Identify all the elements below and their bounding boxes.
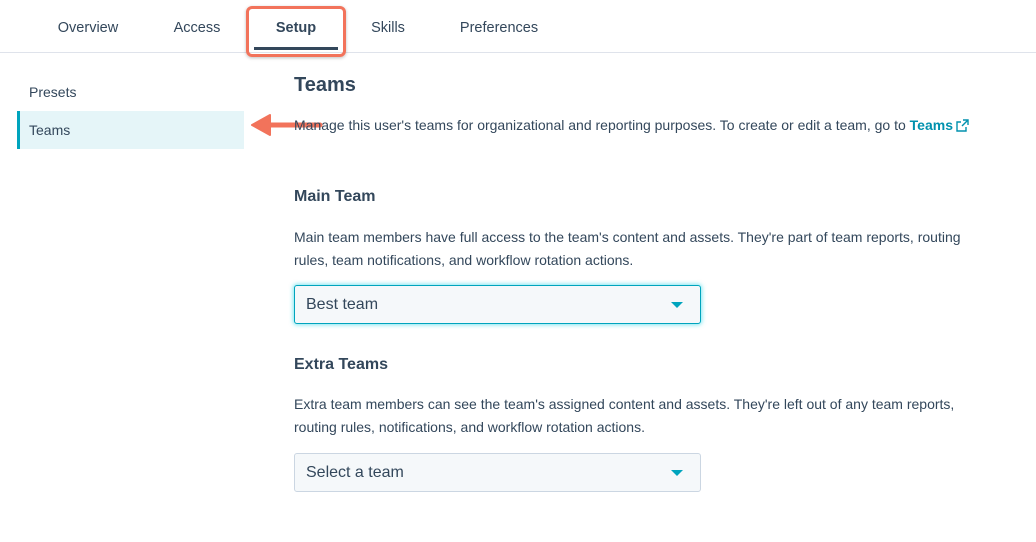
extra-teams-placeholder: Select a team	[306, 464, 404, 481]
extra-teams-heading: Extra Teams	[294, 356, 388, 373]
caret-down-icon	[671, 470, 683, 476]
sidebar-item-presets[interactable]: Presets	[17, 73, 244, 111]
main-team-description: Main team members have full access to th…	[294, 229, 961, 268]
sidebar-item-teams[interactable]: Teams	[17, 111, 244, 149]
tab-skills[interactable]: Skills	[364, 0, 412, 52]
annotation-highlight-box	[246, 6, 346, 57]
teams-link[interactable]: Teams	[910, 117, 953, 133]
tab-bar: Overview Access Setup Skills Preferences	[0, 0, 1036, 53]
main-team-select[interactable]: Best team	[294, 285, 701, 324]
tab-access[interactable]: Access	[168, 0, 226, 52]
main-team-heading: Main Team	[294, 188, 376, 205]
tab-overview[interactable]: Overview	[50, 0, 126, 52]
extra-teams-description: Extra team members can see the team's as…	[294, 396, 955, 435]
caret-down-icon	[671, 302, 683, 308]
page-description: Manage this user's teams for organizatio…	[294, 117, 969, 135]
external-link-icon[interactable]	[956, 119, 969, 135]
tab-preferences[interactable]: Preferences	[452, 0, 546, 52]
main-team-selected-value: Best team	[306, 296, 379, 313]
extra-teams-select[interactable]: Select a team	[294, 453, 701, 492]
page-description-text: Manage this user's teams for organizatio…	[294, 117, 910, 133]
page-title: Teams	[294, 74, 356, 96]
